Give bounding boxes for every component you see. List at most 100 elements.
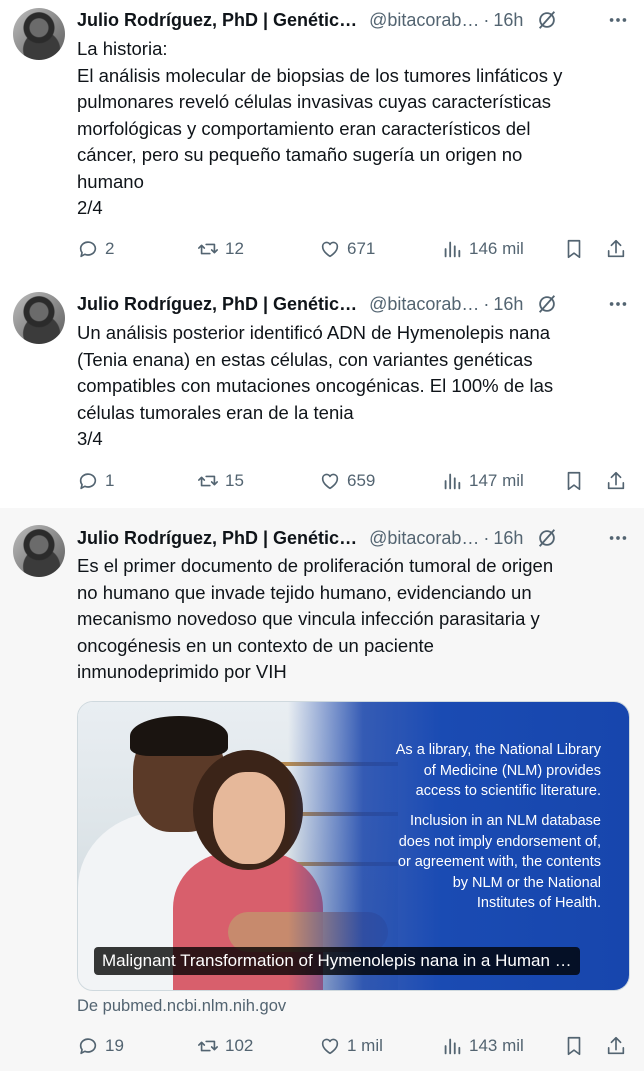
bookmark-icon [567,1036,581,1056]
avatar[interactable] [13,8,65,60]
avatar[interactable] [13,525,65,577]
reply-count: 2 [105,239,115,258]
text-line: cáncer, pero su pequeño tamaño sugería u… [77,144,523,165]
text-line: no humano que invade tejido humano, evid… [77,581,532,603]
action-bar: 2 12 671 146 mil [77,236,629,262]
views-button[interactable]: 147 mil [441,468,524,494]
text-line: compatibles con mutaciones oncogénicas. … [77,375,554,396]
share-icon [607,1036,625,1055]
thread-counter: 3/4 [77,428,103,449]
views-count: 146 mil [469,239,524,258]
card-title[interactable]: Malignant Transformation of Hymenolepis … [94,947,580,975]
share-button[interactable] [605,1033,627,1059]
text-line: humano [77,170,144,192]
tweet-3[interactable]: Julio Rodríguez, PhD | Genétic… @bitacor… [0,508,644,1071]
separator-dot: · [483,9,490,30]
notice-line: As a library, the National Library [395,742,601,758]
tweet-text: Es el primer documento de proliferación … [77,553,627,686]
tweet-text: La historia: El análisis molecular de bi… [77,36,627,222]
avatar[interactable] [13,292,65,344]
text-line: La historia: [77,38,168,59]
author-handle[interactable]: @bitacorab… [369,528,479,549]
reply-icon [79,1038,97,1055]
grok-icon[interactable] [535,292,559,316]
text-line: (Tenia enana) en estas células, con vari… [77,348,533,370]
tweet-2[interactable]: Julio Rodríguez, PhD | Genétic… @bitacor… [0,290,644,508]
bookmark-button[interactable] [563,236,585,262]
like-button[interactable]: 659 [319,468,375,494]
text-line: El análisis molecular de biopsias de los… [77,64,563,86]
notice-line: access to scientific literature. [415,783,601,799]
author-name[interactable]: Julio Rodríguez, PhD | Genétic… [77,528,357,549]
bookmark-button[interactable] [563,468,585,494]
author-handle[interactable]: @bitacorab… [369,10,479,31]
author-name[interactable]: Julio Rodríguez, PhD | Genétic… [77,10,357,31]
timestamp[interactable]: 16h [493,294,523,315]
repost-icon [198,475,218,487]
text-line: mecanismo novedoso que vincula infección… [77,608,540,629]
notice-line: does not imply endorsement of, [398,833,601,850]
reply-count: 1 [105,471,115,490]
repost-count: 102 [225,1036,254,1055]
bar-chart-icon [444,241,461,258]
text-line: oncogénesis en un contexto de un pacient… [77,634,434,656]
more-options-icon[interactable] [606,526,630,550]
separator-dot: · [483,293,490,314]
tweet-header: Julio Rodríguez, PhD | Genétic… @bitacor… [77,292,630,316]
text-line: morfológicas y comportamiento eran carac… [77,117,531,139]
repost-icon [198,1040,218,1052]
tweet-header: Julio Rodríguez, PhD | Genétic… @bitacor… [77,8,630,32]
author-name[interactable]: Julio Rodríguez, PhD | Genétic… [77,294,357,315]
reply-button[interactable]: 19 [77,1033,124,1059]
text-line: células tumorales eran de la tenia [77,401,354,423]
text-line: Un análisis posterior identificó ADN de … [77,322,551,343]
reply-button[interactable]: 2 [77,236,114,262]
link-preview-card[interactable]: As a library, the National Library of Me… [77,701,630,991]
reply-button[interactable]: 1 [77,468,114,494]
more-options-icon[interactable] [606,292,630,316]
grok-icon[interactable] [535,526,559,550]
like-count: 1 mil [347,1036,383,1055]
reply-icon [79,241,97,258]
views-button[interactable]: 146 mil [441,236,524,262]
more-options-icon[interactable] [606,8,630,32]
tweet-header: Julio Rodríguez, PhD | Genétic… @bitacor… [77,526,630,550]
reply-count: 19 [105,1036,124,1055]
timestamp[interactable]: 16h [493,528,523,549]
separator-dot: · [483,527,490,548]
heart-icon [321,473,339,490]
like-button[interactable]: 1 mil [319,1033,383,1059]
bookmark-button[interactable] [563,1033,585,1059]
repost-count: 12 [225,239,244,258]
action-bar: 1 15 659 147 mil [77,468,629,494]
share-icon [607,239,625,258]
share-button[interactable] [605,236,627,262]
grok-icon[interactable] [535,8,559,32]
author-handle[interactable]: @bitacorab… [369,294,479,315]
bookmark-icon [567,471,581,491]
views-button[interactable]: 143 mil [441,1033,524,1059]
tweet-1[interactable]: Julio Rodríguez, PhD | Genétic… @bitacor… [0,0,644,290]
reply-icon [79,473,97,490]
notice-line: or agreement with, the contents [397,854,601,870]
like-count: 659 [347,471,376,490]
share-icon [607,471,625,490]
repost-button[interactable]: 12 [197,236,244,262]
bar-chart-icon [444,473,461,490]
notice-line: by NLM or the National [452,874,601,891]
timestamp[interactable]: 16h [493,10,523,31]
text-line: pulmonares reveló células invasivas cuya… [77,91,552,112]
action-bar: 19 102 1 mil 143 mil [77,1033,629,1059]
text-line: Es el primer documento de proliferación … [77,555,554,576]
heart-icon [321,241,339,258]
card-source-domain[interactable]: De pubmed.ncbi.nlm.nih.gov [77,997,286,1016]
repost-button[interactable]: 15 [197,468,244,494]
share-button[interactable] [605,468,627,494]
like-count: 671 [347,239,376,258]
text-line: inmunodeprimido por VIH [77,661,287,682]
tweet-text: Un análisis posterior identificó ADN de … [77,320,627,453]
bar-chart-icon [444,1038,461,1055]
notice-line: Institutes of Health. [476,895,601,911]
like-button[interactable]: 671 [319,236,375,262]
repost-button[interactable]: 102 [197,1033,253,1059]
